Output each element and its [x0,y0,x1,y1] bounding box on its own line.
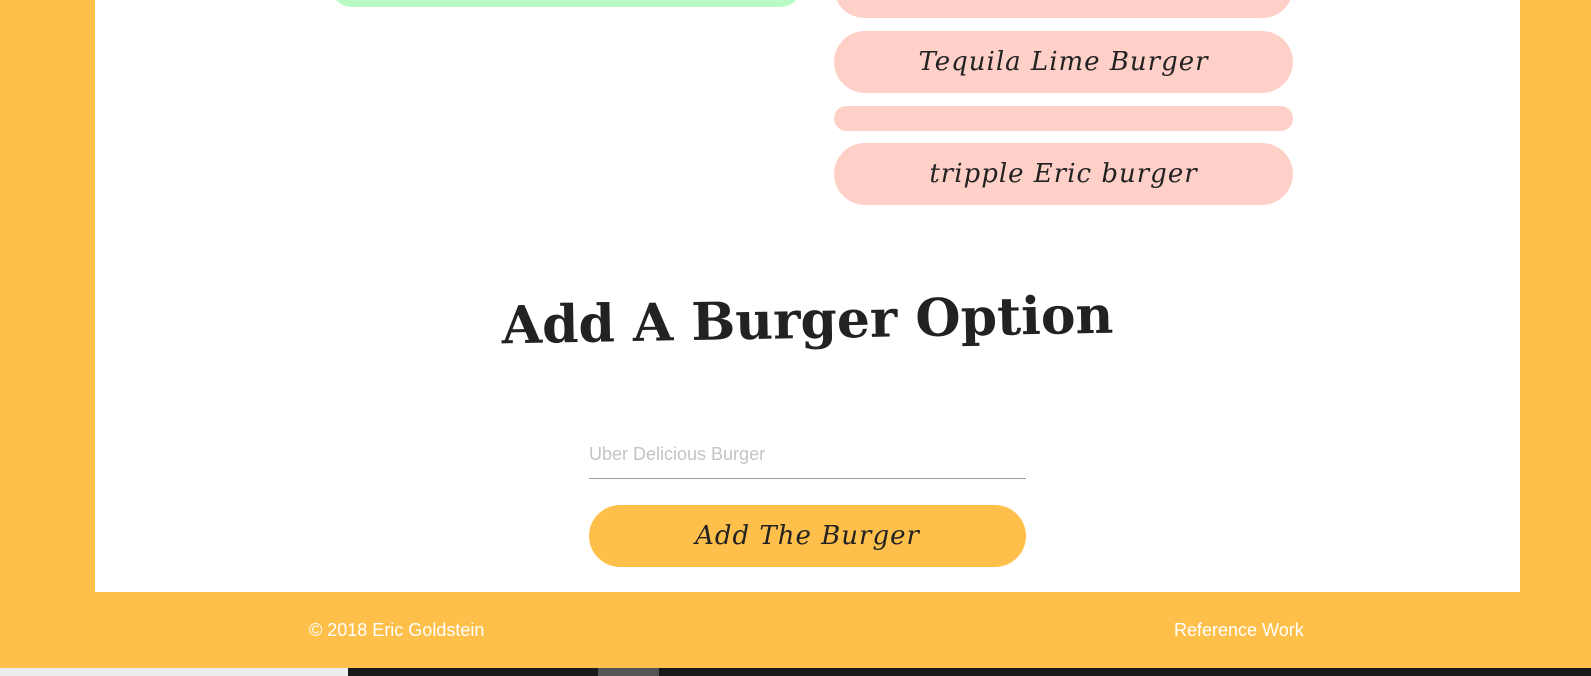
burger-name-input[interactable] [589,431,1026,479]
strip-segment [598,668,659,676]
burger-item-button[interactable] [834,106,1293,131]
burger-item-button[interactable] [834,0,1293,18]
footer-copyright: © 2018 Eric Goldstein [309,620,485,640]
strip-segment [0,668,348,676]
burger-item-button[interactable]: tripple Eric burger [834,143,1293,205]
bottom-edge-strip [0,668,1591,676]
reference-work-link[interactable]: Reference Work [1174,620,1304,641]
burger-item-button[interactable]: Tequila Lime Burger [834,31,1293,93]
add-burger-button[interactable]: Add The Burger [589,505,1026,567]
devoured-burger-button[interactable] [330,0,802,7]
